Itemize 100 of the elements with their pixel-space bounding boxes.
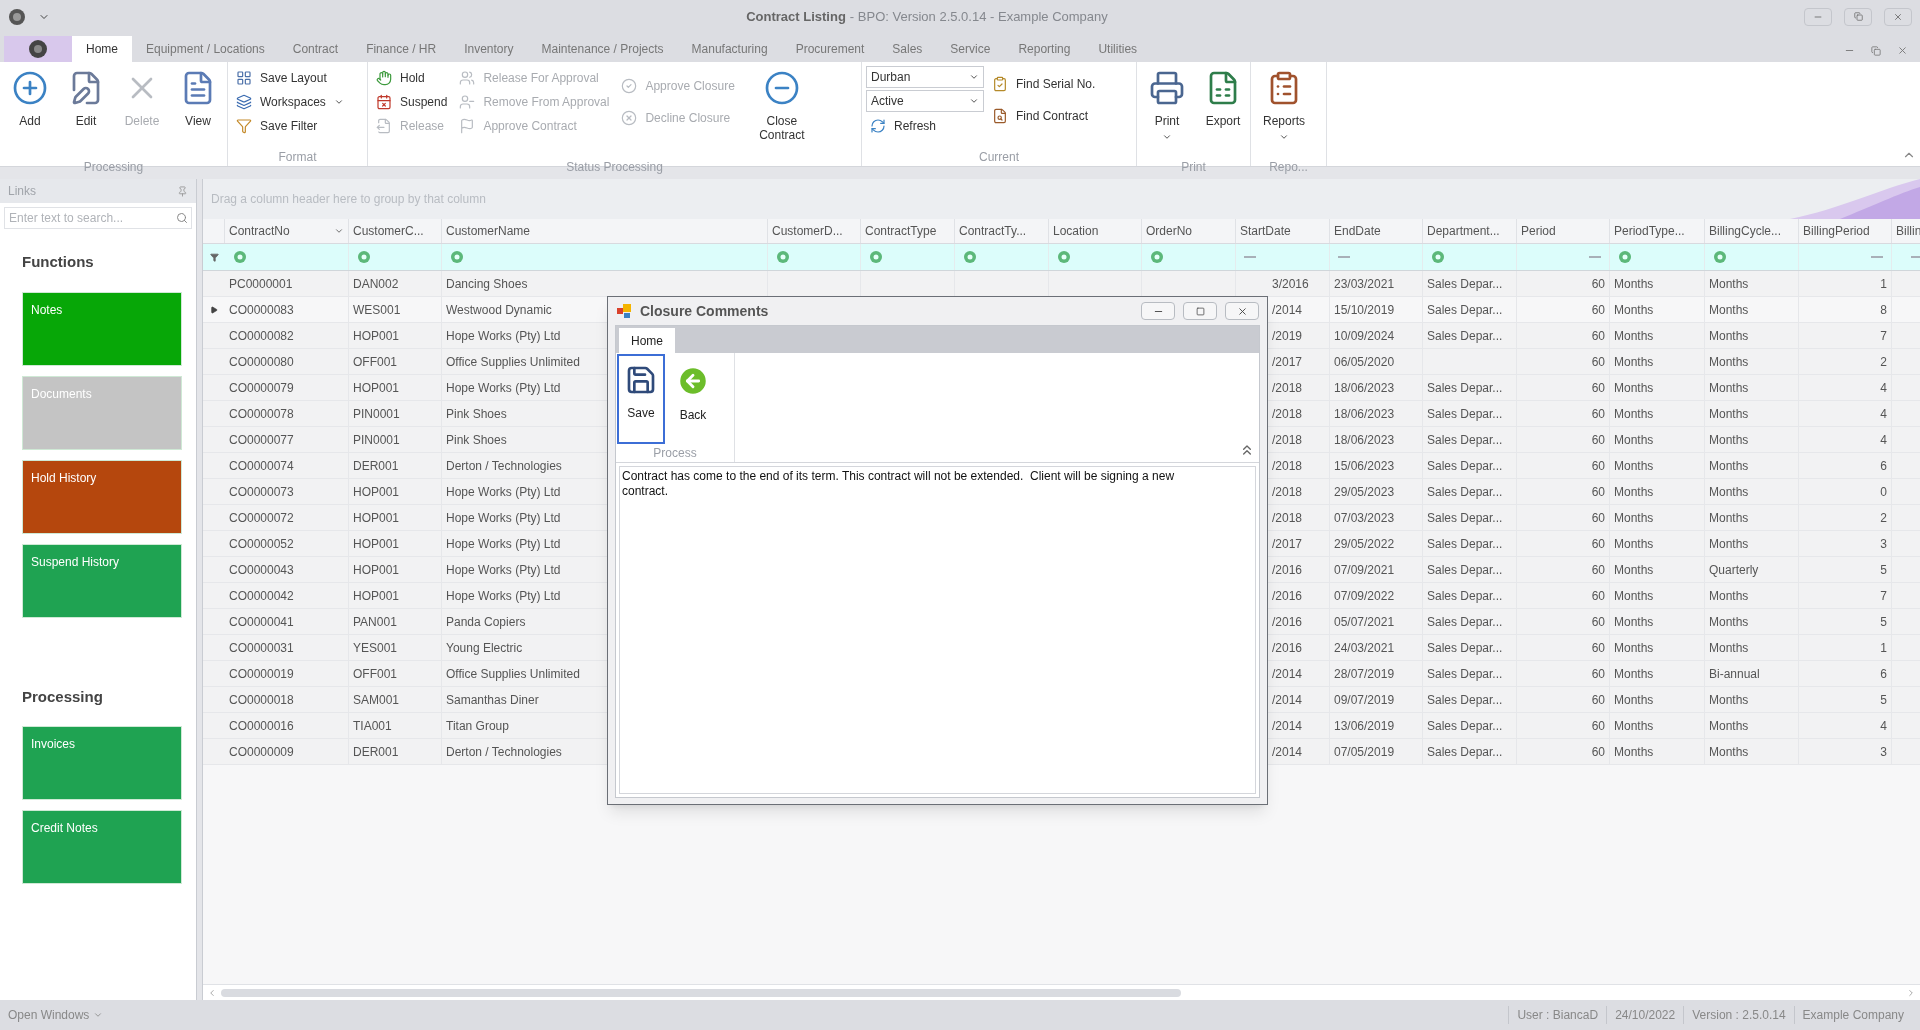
table-cell-text: /2017 bbox=[1272, 535, 1303, 553]
table-cell-text: 09/07/2019 bbox=[1334, 691, 1395, 709]
table-cell-text: Hope Works (Pty) Ltd bbox=[446, 327, 561, 345]
table-cell-text: Months bbox=[1614, 275, 1654, 293]
table-cell-text: Bi-annual bbox=[1709, 665, 1760, 683]
table-cell-text: 1 bbox=[1880, 639, 1887, 657]
table-cell-text: 60 bbox=[1591, 431, 1605, 449]
table-cell-text: Hope Works (Pty) Ltd bbox=[446, 379, 561, 397]
table-cell-text: /2016 bbox=[1272, 561, 1303, 579]
table-cell-text: Months bbox=[1709, 743, 1749, 761]
table-cell-text: 29/05/2023 bbox=[1334, 483, 1395, 501]
table-cell-text: CO0000041 bbox=[229, 613, 294, 631]
table-cell-text: Derton / Technologies bbox=[446, 457, 562, 475]
table-cell-text: Sales Depar... bbox=[1427, 691, 1503, 709]
table-cell-text: Sales Depar... bbox=[1427, 587, 1503, 605]
table-cell-text: Months bbox=[1709, 327, 1749, 345]
table-cell-text: /2018 bbox=[1272, 509, 1303, 527]
table-cell-text: Months bbox=[1709, 483, 1749, 501]
table-cell-text: CO0000078 bbox=[229, 405, 294, 423]
table-cell-text: Months bbox=[1614, 327, 1654, 345]
table-cell-text: CO0000077 bbox=[229, 431, 294, 449]
table-cell-text: Months bbox=[1614, 509, 1654, 527]
table-cell-text: CO0000083 bbox=[229, 301, 294, 319]
table-cell-text: CO0000080 bbox=[229, 353, 294, 371]
table-cell-text: Sales Depar... bbox=[1427, 405, 1503, 423]
table-cell-text: Hope Works (Pty) Ltd bbox=[446, 535, 561, 553]
table-cell-text: 2 bbox=[1880, 509, 1887, 527]
status-item: 24/10/2022 bbox=[1606, 1006, 1684, 1024]
table-cell-text: 60 bbox=[1591, 639, 1605, 657]
table-cell-text: 6 bbox=[1880, 457, 1887, 475]
group-label: Repo... bbox=[1268, 159, 1309, 176]
table-cell-text: 23/03/2021 bbox=[1334, 275, 1395, 293]
table-cell-text: SAM001 bbox=[353, 691, 400, 709]
table-cell-text: Sales Depar... bbox=[1427, 639, 1503, 657]
table-cell-text: DER001 bbox=[353, 743, 399, 761]
table-cell-text: 60 bbox=[1591, 353, 1605, 371]
table-cell-text: 3 bbox=[1880, 743, 1887, 761]
table-cell-text: Panda Copiers bbox=[446, 613, 526, 631]
section-title: Functions bbox=[22, 252, 95, 272]
table-cell-text: 18/06/2023 bbox=[1334, 405, 1395, 423]
panel-title: Links bbox=[8, 183, 36, 200]
table-cell-text: Months bbox=[1709, 353, 1749, 371]
table-cell-text: Months bbox=[1709, 301, 1749, 319]
table-cell-text: 07/09/2022 bbox=[1334, 587, 1395, 605]
table-cell-text: 60 bbox=[1591, 665, 1605, 683]
table-cell-text: 13/06/2019 bbox=[1334, 717, 1395, 735]
table-cell-text: 4 bbox=[1880, 717, 1887, 735]
window-title: Closure Comments bbox=[640, 301, 770, 321]
table-cell-text: 60 bbox=[1591, 327, 1605, 345]
table-cell-text: WES001 bbox=[353, 301, 401, 319]
table-cell-text: Sales Depar... bbox=[1427, 431, 1503, 449]
table-cell-text: Dancing Shoes bbox=[446, 275, 528, 293]
table-cell-text: Office Supplies Unlimited bbox=[446, 353, 580, 371]
table-cell-text: Months bbox=[1614, 691, 1654, 709]
table-cell-text: /2014 bbox=[1272, 743, 1303, 761]
table-cell-text: Hope Works (Pty) Ltd bbox=[446, 509, 561, 527]
table-cell-text: Months bbox=[1614, 483, 1654, 501]
table-cell-text: Sales Depar... bbox=[1427, 327, 1503, 345]
table-cell-text: Months bbox=[1614, 665, 1654, 683]
table-cell-text: Months bbox=[1614, 431, 1654, 449]
table-cell-text: Sales Depar... bbox=[1427, 561, 1503, 579]
table-cell-text: Sales Depar... bbox=[1427, 509, 1503, 527]
table-cell-text: 60 bbox=[1591, 743, 1605, 761]
table-cell-text: Sales Depar... bbox=[1427, 483, 1503, 501]
table-cell-text: 60 bbox=[1591, 405, 1605, 423]
table-cell-text: 07/09/2021 bbox=[1334, 561, 1395, 579]
table-cell-text: Sales Depar... bbox=[1427, 535, 1503, 553]
table-cell-text: PIN0001 bbox=[353, 405, 400, 423]
table-cell-text: 1 bbox=[1880, 275, 1887, 293]
table-cell-text: Months bbox=[1709, 457, 1749, 475]
status-item: User : BiancaD bbox=[1508, 1006, 1607, 1024]
table-cell-text: Office Supplies Unlimited bbox=[446, 665, 580, 683]
table-cell-text: CO0000019 bbox=[229, 665, 294, 683]
window-subtitle: - BPO: Version 2.5.0.14 - Example Company bbox=[849, 7, 1108, 26]
table-cell-text: 60 bbox=[1591, 457, 1605, 475]
table-cell-text: CO0000031 bbox=[229, 639, 294, 657]
table-cell-text: /2018 bbox=[1272, 405, 1303, 423]
table-cell-text: Months bbox=[1709, 275, 1749, 293]
table-cell-text: 15/06/2023 bbox=[1334, 457, 1395, 475]
table-cell-text: /2016 bbox=[1272, 587, 1303, 605]
table-cell-text: /2014 bbox=[1272, 691, 1303, 709]
table-cell-text: Sales Depar... bbox=[1427, 275, 1503, 293]
table-cell-text: HOP001 bbox=[353, 587, 400, 605]
table-cell-text: Months bbox=[1709, 509, 1749, 527]
table-cell-text: 07/05/2019 bbox=[1334, 743, 1395, 761]
table-cell-text: Sales Depar... bbox=[1427, 613, 1503, 631]
table-cell-text: 3 bbox=[1880, 535, 1887, 553]
group-label: Status Processing bbox=[565, 159, 664, 176]
table-cell-text: Sales Depar... bbox=[1427, 457, 1503, 475]
table-cell-text: /2014 bbox=[1272, 301, 1303, 319]
table-cell-text: Sales Depar... bbox=[1427, 743, 1503, 761]
table-cell-text: 60 bbox=[1591, 717, 1605, 735]
table-cell-text: /2018 bbox=[1272, 431, 1303, 449]
table-cell-text: Samanthas Diner bbox=[446, 691, 539, 709]
window-title: Contract Listing bbox=[746, 7, 846, 26]
table-cell-text: HOP001 bbox=[353, 561, 400, 579]
table-cell-text: /2018 bbox=[1272, 483, 1303, 501]
table-cell-text: /2017 bbox=[1272, 353, 1303, 371]
table-cell-text: 60 bbox=[1591, 301, 1605, 319]
table-cell-text: Hope Works (Pty) Ltd bbox=[446, 483, 561, 501]
